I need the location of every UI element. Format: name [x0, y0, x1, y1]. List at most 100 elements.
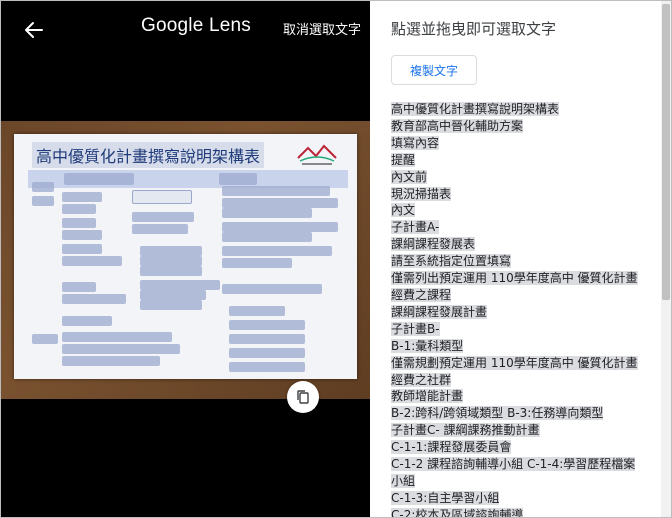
text-line[interactable]: B-1:彙科類型	[391, 338, 641, 355]
text-block[interactable]	[64, 173, 134, 185]
text-block[interactable]	[132, 190, 192, 204]
arrow-left-icon	[25, 22, 43, 38]
text-block[interactable]	[229, 306, 285, 316]
text-line[interactable]: 課綱課程發展表	[391, 236, 641, 253]
text-line-content: C-1-2 課程諮詢輔導小組 C-1-4:學習歷程檔案	[391, 457, 636, 472]
text-line-content: 子計畫A-	[391, 220, 440, 235]
copy-icon	[297, 390, 309, 404]
text-line[interactable]: C-1-1:課程發展委員會	[391, 439, 641, 456]
text-block[interactable]	[229, 334, 305, 344]
text-line[interactable]: 僅需規劃預定運用 110學年度高中 優質化計畫	[391, 355, 641, 372]
text-line[interactable]: 課綱課程發展計畫	[391, 304, 641, 321]
text-block[interactable]	[140, 266, 202, 276]
text-block[interactable]	[140, 246, 202, 256]
text-line[interactable]: 現況掃描表	[391, 186, 641, 203]
text-block[interactable]	[229, 362, 305, 372]
text-line-content: 子計畫B-	[391, 321, 440, 336]
text-block[interactable]	[140, 256, 202, 266]
captured-photo: 高中優質化計畫撰寫說明架構表	[1, 121, 370, 399]
text-line[interactable]: 提醒	[391, 152, 641, 169]
text-line-content: 經費之課程	[391, 287, 452, 302]
copy-fab-button[interactable]	[287, 381, 319, 413]
text-block[interactable]	[62, 230, 102, 240]
text-block[interactable]	[229, 320, 305, 330]
text-block[interactable]	[222, 246, 332, 256]
text-line[interactable]: 教育部高中晉化輔助方案	[391, 118, 641, 135]
text-line[interactable]: 經費之課程	[391, 287, 641, 304]
text-block[interactable]	[62, 294, 126, 304]
scrollbar[interactable]	[661, 1, 671, 517]
text-line[interactable]: 請至系統指定位置填寫	[391, 253, 641, 270]
text-line[interactable]: 填寫內容	[391, 135, 641, 152]
text-block[interactable]	[222, 186, 330, 196]
text-block[interactable]	[32, 334, 58, 344]
text-line[interactable]: 內文前	[391, 169, 641, 186]
text-line[interactable]: 僅需列出預定運用 110學年度高中 優質化計畫	[391, 270, 641, 287]
text-block[interactable]	[222, 232, 312, 242]
text-line[interactable]: 子計畫A-	[391, 219, 641, 236]
text-line[interactable]: 內文	[391, 202, 641, 219]
panel-heading: 點選並拖曳即可選取文字	[391, 20, 557, 38]
deselect-text-button[interactable]: 取消選取文字	[283, 19, 361, 38]
text-block[interactable]	[140, 290, 206, 300]
document-title[interactable]: 高中優質化計畫撰寫說明架構表	[32, 142, 265, 168]
text-line[interactable]: C-1-3:自主學習小組	[391, 490, 641, 507]
text-block[interactable]	[132, 212, 194, 222]
text-line-content: 小組	[391, 473, 416, 488]
text-line[interactable]: 教師增能計畫	[391, 388, 641, 405]
text-block[interactable]	[62, 332, 172, 342]
text-line[interactable]: B-2:跨科/跨領域類型 B-3:任務導向類型	[391, 405, 641, 422]
text-line-content: C-1-3:自主學習小組	[391, 490, 500, 505]
text-line[interactable]: 子計畫B-	[391, 321, 641, 338]
text-line-content: 內文前	[391, 169, 428, 184]
text-block[interactable]	[62, 256, 122, 266]
text-block[interactable]	[32, 196, 54, 206]
text-line-content: 填寫內容	[391, 135, 440, 150]
ministry-logo-icon	[297, 144, 337, 165]
text-block[interactable]	[32, 182, 54, 192]
extracted-text-list[interactable]: 高中優質化計畫撰寫說明架構表教育部高中晉化輔助方案 填寫內容提醒 內文前現況掃描表內…	[391, 101, 641, 517]
text-line-content: 請至系統指定位置填寫	[391, 254, 512, 269]
text-block[interactable]	[140, 280, 220, 290]
text-block[interactable]	[222, 208, 312, 218]
text-line-content: 現況掃描表	[391, 186, 452, 201]
text-line-content: 課綱課程發展表	[391, 237, 476, 252]
text-block[interactable]	[62, 244, 102, 254]
text-line-content: 高中優質化計畫撰寫說明架構表	[391, 102, 560, 116]
text-block[interactable]	[222, 198, 338, 208]
app-title: Google Lens	[141, 15, 251, 36]
text-block[interactable]	[222, 258, 292, 268]
text-block[interactable]	[62, 316, 112, 326]
text-line-content: C-1-1:課程發展委員會	[391, 440, 512, 455]
text-line[interactable]: 高中優質化計畫撰寫說明架構表	[391, 101, 641, 118]
text-block[interactable]	[222, 222, 338, 232]
text-line-content: 經費之社群	[391, 372, 452, 387]
text-line[interactable]: 經費之社群	[391, 372, 641, 389]
text-block[interactable]	[62, 192, 102, 202]
back-button[interactable]	[19, 15, 49, 45]
text-panel: 點選並拖曳即可選取文字 複製文字 高中優質化計畫撰寫說明架構表教育部高中晉化輔助…	[370, 1, 661, 517]
text-line[interactable]: C-2:校本及區域諮詢輔導	[391, 507, 641, 517]
text-line[interactable]: C-1-2 課程諮詢輔導小組 C-1-4:學習歷程檔案	[391, 456, 641, 473]
scrollbar-thumb[interactable]	[662, 4, 670, 300]
document-sheet: 高中優質化計畫撰寫說明架構表	[14, 134, 357, 379]
text-line-content: 內文	[391, 203, 416, 218]
copy-text-button[interactable]: 複製文字	[391, 55, 477, 85]
text-block[interactable]	[62, 344, 180, 354]
text-line-content: B-2:跨科/跨領域類型 B-3:任務導向類型	[391, 406, 604, 421]
text-block[interactable]	[62, 204, 96, 214]
text-line-content: 僅需列出預定運用 110學年度高中 優質化計畫	[391, 271, 638, 286]
text-line[interactable]: 小組	[391, 473, 641, 490]
text-block[interactable]	[219, 173, 257, 185]
text-line-content: C-2:校本及區域諮詢輔導	[391, 507, 524, 517]
text-line-content: 課綱課程發展計畫	[391, 304, 488, 319]
app-frame: Google Lens 取消選取文字 高中優質化計畫撰寫說明架構表 點選並拖曳即…	[0, 0, 672, 518]
text-block[interactable]	[222, 284, 322, 294]
text-line[interactable]: 子計畫C- 課綱課務推動計畫	[391, 422, 641, 439]
text-block[interactable]	[62, 356, 160, 366]
text-block[interactable]	[140, 300, 202, 310]
text-block[interactable]	[62, 282, 96, 292]
text-block[interactable]	[229, 348, 305, 358]
text-block[interactable]	[62, 218, 96, 228]
text-block[interactable]	[132, 224, 188, 234]
